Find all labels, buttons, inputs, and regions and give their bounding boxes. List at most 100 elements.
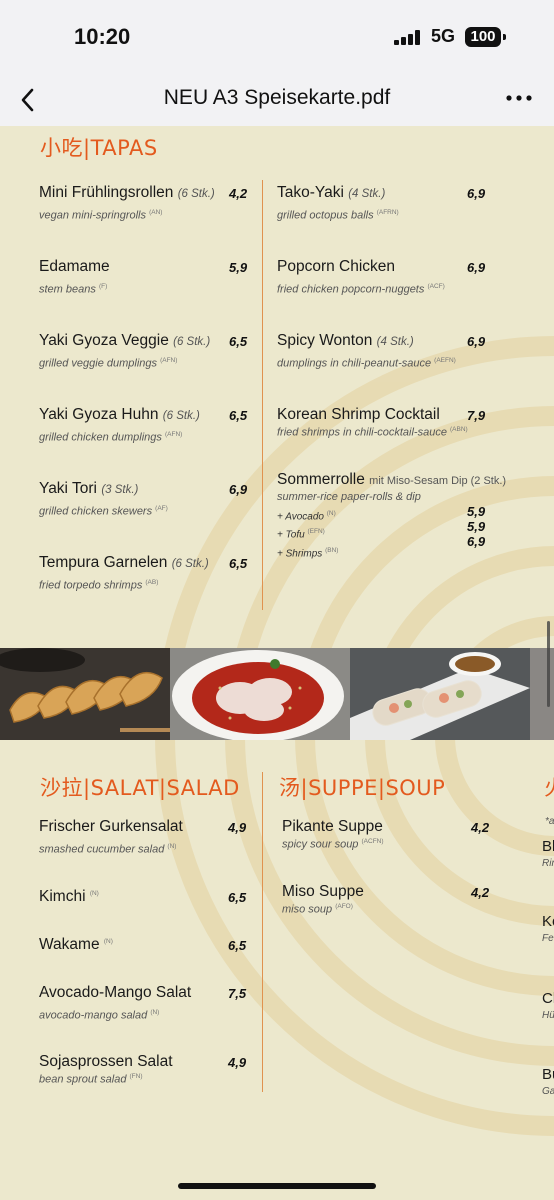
- scrollbar[interactable]: [547, 621, 550, 707]
- menu-item: Tempura Garnelen (6 Stk.) fried torpedo s…: [39, 554, 249, 592]
- item-desc: fried torpedo shrimps: [39, 579, 143, 592]
- item-desc: fried chicken popcorn-nuggets: [277, 283, 425, 296]
- option-label: + Shrimps: [277, 547, 323, 559]
- item-qty: (6 Stk.): [162, 410, 200, 422]
- item-desc: miso soup: [282, 903, 333, 916]
- option-price: 6,9: [467, 534, 486, 549]
- item-allergens: (AN): [149, 209, 163, 216]
- item-price: 6,9: [229, 482, 248, 497]
- edge-item-desc: Fe: [542, 933, 554, 944]
- option-label: + Tofu: [277, 529, 305, 541]
- item-desc: spicy sour soup: [282, 838, 359, 851]
- item-desc: avocado-mango salad: [39, 1009, 148, 1022]
- item-desc: grilled chicken dumplings: [39, 431, 162, 444]
- item-price: 4,9: [228, 1055, 247, 1070]
- photo-wonton: [170, 648, 350, 740]
- item-name: Pikante Suppe: [282, 818, 383, 835]
- item-name: Yaki Tori: [39, 480, 98, 497]
- item-allergens: (AFRN): [376, 209, 399, 216]
- edge-item-name: Bl: [542, 838, 554, 855]
- item-allergens: (ACF): [427, 283, 445, 290]
- column-divider: [262, 772, 263, 1092]
- item-name: Popcorn Chicken: [277, 258, 396, 275]
- section-title-tapas: 小吃|TAPAS: [40, 136, 158, 160]
- menu-item: Wakame (N): [39, 936, 249, 954]
- item-name: Spicy Wonton: [277, 332, 373, 349]
- item-allergens: (ABN): [450, 426, 468, 433]
- item-desc: smashed cucumber salad: [39, 843, 165, 856]
- item-price: 6,9: [467, 260, 486, 275]
- item-desc: grilled veggie dumplings: [39, 357, 158, 370]
- item-name: Tako-Yaki: [277, 184, 344, 201]
- item-name: Wakame: [39, 936, 100, 953]
- option-price: 5,9: [467, 504, 486, 519]
- battery-icon: 100: [465, 27, 506, 47]
- network-label: 5G: [431, 26, 456, 46]
- document-title: NEU A3 Speisekarte.pdf: [163, 86, 391, 109]
- pdf-header: NEU A3 Speisekarte.pdf: [0, 76, 554, 126]
- edge-item-desc: Ga: [542, 1086, 554, 1097]
- item-price: 6,9: [467, 334, 486, 349]
- item-price: 7,9: [467, 408, 486, 423]
- section-title-salat: 沙拉|SALAT|SALAD: [40, 776, 240, 800]
- item-name: Yaki Gyoza Veggie: [39, 332, 169, 349]
- item-price: 4,2: [471, 820, 490, 835]
- option-label: + Avocado: [277, 511, 324, 523]
- photo-gyoza: [0, 648, 170, 740]
- pdf-page[interactable]: 小吃|TAPAS Mini Frühlingsrollen (6 Stk.) ve…: [0, 126, 554, 1200]
- item-price: 6,5: [228, 890, 247, 905]
- item-desc: summer-rice paper-rolls & dip: [277, 491, 421, 503]
- signal-icon: [394, 30, 422, 45]
- item-desc: stem beans: [39, 283, 96, 296]
- home-indicator[interactable]: [178, 1183, 376, 1189]
- item-qty: (4 Stk.): [376, 336, 414, 348]
- item-price: 4,2: [471, 885, 490, 900]
- item-name: Korean Shrimp Cocktail: [277, 406, 440, 423]
- menu-item: Miso Suppe miso soup (AFO): [282, 883, 492, 916]
- item-allergens: (FN): [129, 1073, 143, 1080]
- item-allergens: (N): [150, 1009, 160, 1016]
- option-price: 5,9: [467, 519, 486, 534]
- item-name: Miso Suppe: [282, 883, 364, 900]
- edge-item-name: Cl: [542, 990, 554, 1007]
- food-photo-strip: [0, 648, 554, 740]
- item-name: Edamame: [39, 258, 110, 275]
- item-name: Sommerrolle: [277, 471, 365, 488]
- edge-item-name: Ko: [542, 913, 554, 930]
- option-allergens: (BN): [325, 546, 339, 554]
- item-price: 4,2: [229, 186, 248, 201]
- edge-item-desc: Rin: [542, 858, 554, 869]
- item-qty: (6 Stk.): [177, 188, 215, 200]
- menu-item: Yaki Gyoza Huhn (6 Stk.) grilled chicken …: [39, 406, 249, 444]
- item-allergens: (AFN): [160, 357, 178, 364]
- status-bar: 10:20 5G 100: [0, 0, 554, 76]
- menu-item: Edamame stem beans (F): [39, 258, 249, 296]
- option-allergens: (EFN): [307, 528, 325, 536]
- edge-small-mark: *a: [545, 816, 554, 827]
- item-allergens: (AEFN): [434, 357, 456, 364]
- more-icon[interactable]: [506, 92, 532, 104]
- item-price: 6,9: [467, 186, 486, 201]
- menu-item: Popcorn Chicken fried chicken popcorn-nug…: [277, 258, 487, 296]
- item-allergens: (AF): [155, 505, 168, 512]
- item-allergens: (AB): [145, 579, 159, 586]
- item-name: Kimchi: [39, 888, 86, 905]
- item-price: 7,5: [228, 986, 247, 1001]
- menu-item: Yaki Gyoza Veggie (6 Stk.) grilled veggie…: [39, 332, 249, 370]
- item-qty: (3 Stk.): [101, 484, 139, 496]
- edge-item-desc: Hü: [542, 1010, 554, 1021]
- item-desc: fried shrimps in chili-cocktail-sauce: [277, 426, 447, 439]
- item-price: 6,5: [229, 556, 248, 571]
- item-allergens: (F): [98, 283, 108, 290]
- option-allergens: (N): [326, 510, 336, 517]
- item-qty: (6 Stk.): [173, 336, 211, 348]
- item-desc: grilled chicken skewers: [39, 505, 153, 518]
- item-price: 6,5: [229, 408, 248, 423]
- item-allergens: (ACFN): [361, 838, 384, 845]
- section-title-partial: 火: [544, 772, 554, 802]
- item-desc: bean sprout salad: [39, 1073, 127, 1086]
- item-desc: dumplings in chili-peanut-sauce: [277, 357, 432, 370]
- item-allergens: (N): [167, 843, 177, 850]
- menu-item: Tako-Yaki (4 Stk.) grilled octopus balls …: [277, 184, 487, 222]
- column-divider: [262, 180, 263, 610]
